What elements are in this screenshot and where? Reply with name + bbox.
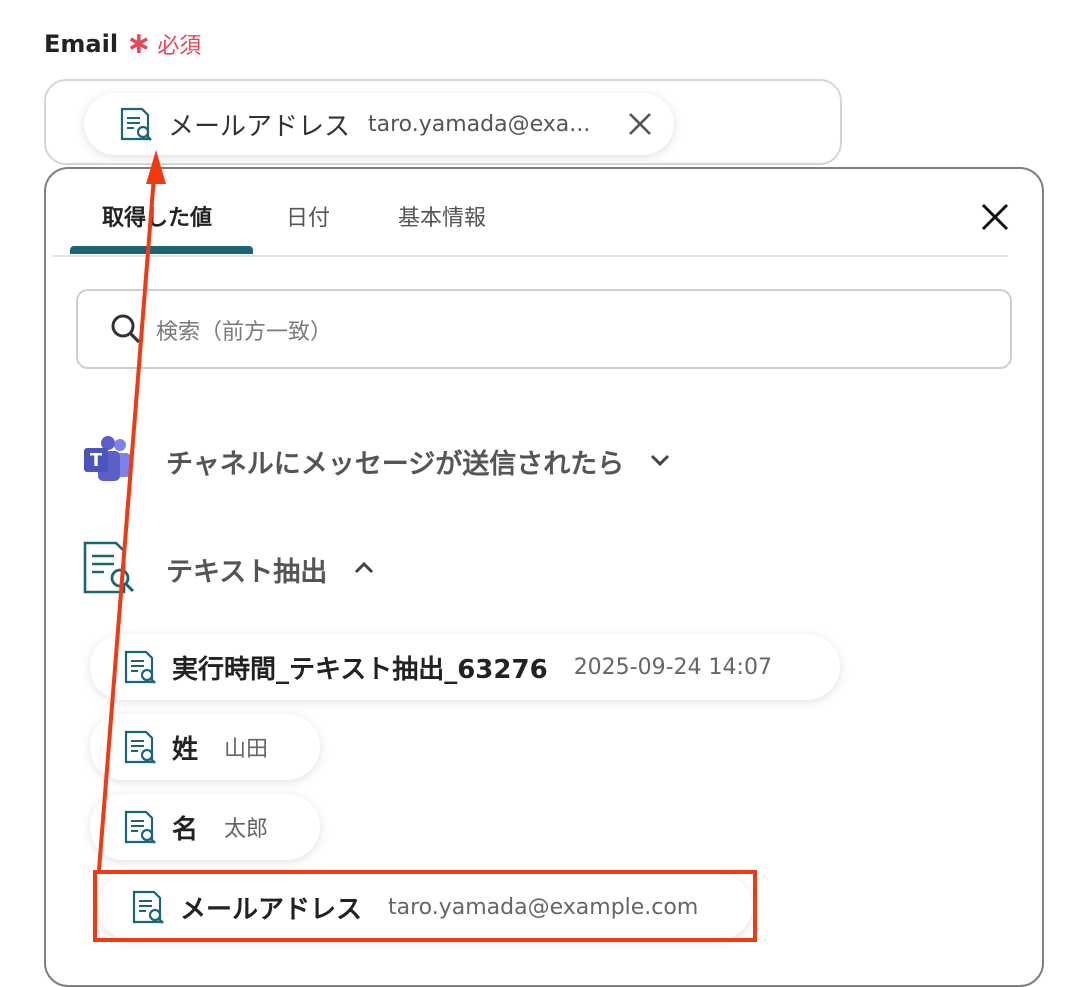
active-tab-indicator <box>70 246 253 254</box>
item-value: 山田 <box>224 737 269 762</box>
item-value: 2025-09-24 14:07 <box>573 654 772 680</box>
text-extract-icon <box>132 890 164 924</box>
field-label-text: Email <box>44 30 119 58</box>
text-extract-icon <box>124 650 156 684</box>
svg-text:T: T <box>90 450 103 471</box>
item-value: 太郎 <box>224 817 269 842</box>
required-text: 必須 <box>157 34 202 59</box>
selected-chip-value: taro.yamada@exa... <box>368 111 591 137</box>
email-field-label: Email ∗ 必須 <box>44 28 201 60</box>
text-extract-icon <box>124 810 156 844</box>
close-panel-icon[interactable] <box>980 202 1010 232</box>
item-label: メールアドレス <box>180 894 363 925</box>
item-label: 名 <box>172 814 199 845</box>
text-extract-icon <box>124 730 156 764</box>
item-label: 姓 <box>172 734 199 765</box>
item-label: 実行時間_テキスト抽出_63276 <box>172 654 548 685</box>
chevron-up-icon[interactable] <box>352 558 376 578</box>
section-teams-trigger[interactable]: チャネルにメッセージが送信されたら <box>166 442 624 481</box>
list-item[interactable]: 実行時間_テキスト抽出_63276 2025-09-24 14:07 <box>90 634 840 700</box>
list-item[interactable]: 名 太郎 <box>90 794 320 860</box>
section-title: テキスト抽出 <box>166 557 328 588</box>
tab-date[interactable]: 日付 <box>286 200 330 232</box>
text-extract-icon <box>83 541 135 594</box>
required-mark: ∗ <box>126 26 152 61</box>
picker-tabs: 取得した値 日付 基本情報 <box>52 182 1008 256</box>
remove-chip-close-icon[interactable] <box>626 110 654 138</box>
teams-icon: T <box>84 436 132 481</box>
tab-basic-info[interactable]: 基本情報 <box>398 200 486 232</box>
selected-value-chip[interactable]: メールアドレス taro.yamada@exa... <box>84 93 674 155</box>
search-input[interactable] <box>154 314 978 350</box>
section-text-extract[interactable]: テキスト抽出 <box>166 550 327 589</box>
search-icon <box>111 314 141 344</box>
list-item[interactable]: メールアドレス taro.yamada@example.com <box>98 874 752 940</box>
item-value: taro.yamada@example.com <box>388 894 699 920</box>
tab-acquired-values[interactable]: 取得した値 <box>102 200 212 232</box>
section-title: チャネルにメッセージが送信されたら <box>166 449 625 480</box>
text-extract-icon <box>120 107 152 141</box>
list-item[interactable]: 姓 山田 <box>90 714 320 780</box>
tabs-divider <box>52 255 1008 257</box>
chevron-down-icon[interactable] <box>648 450 672 470</box>
selected-chip-label: メールアドレス <box>168 111 351 142</box>
